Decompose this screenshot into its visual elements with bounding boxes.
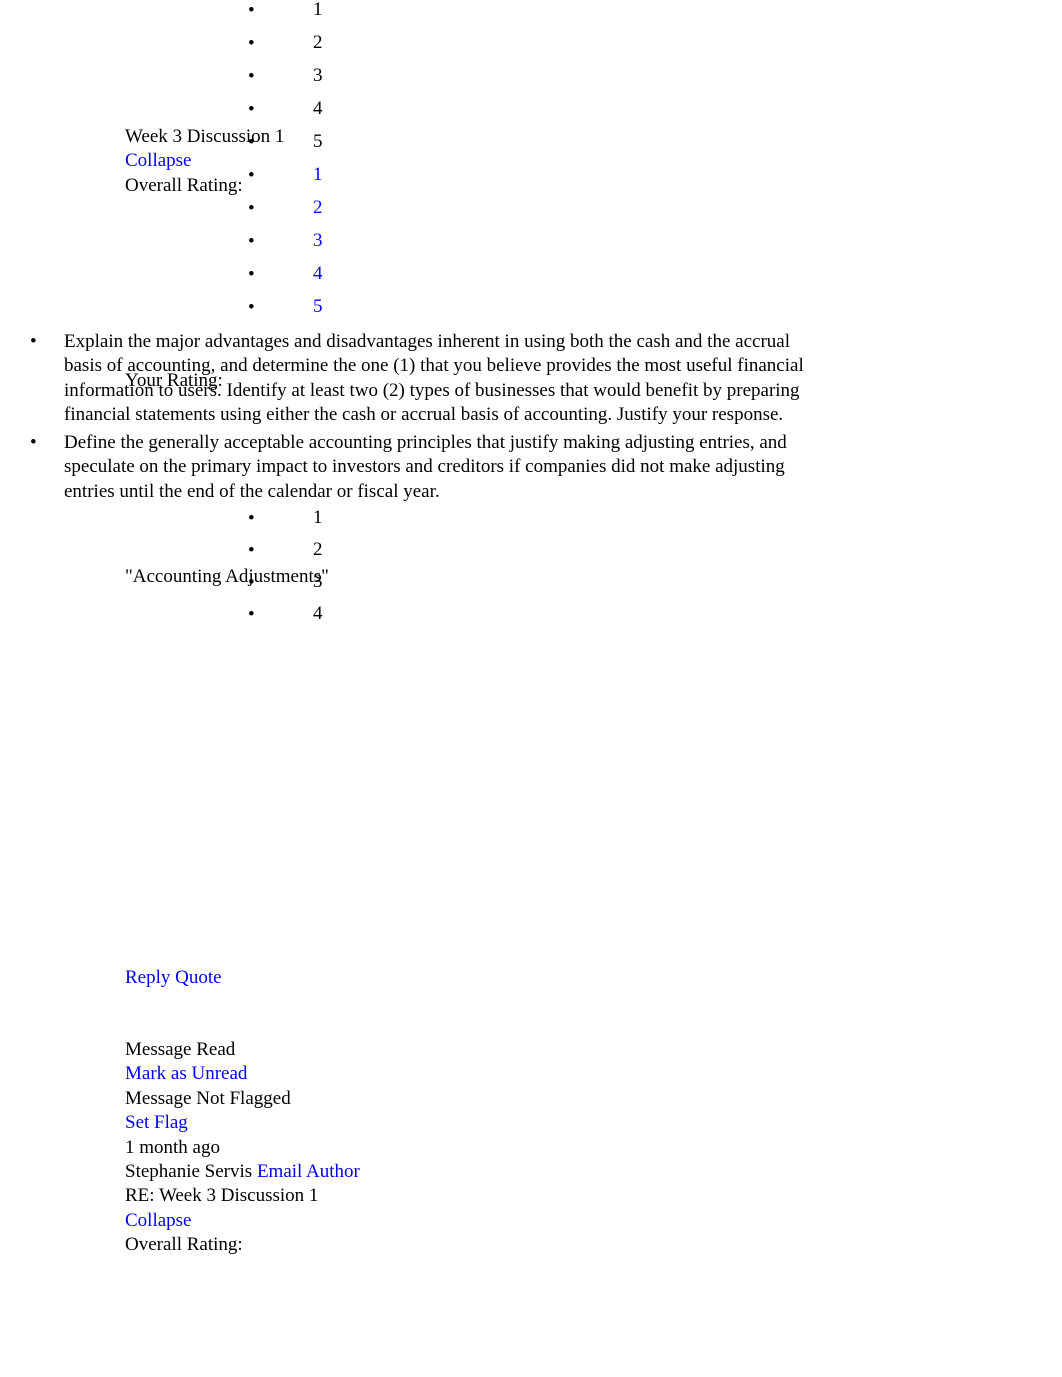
rating-option-selectable[interactable]: • 5 bbox=[0, 297, 500, 330]
rating-option: • 3 bbox=[0, 66, 500, 99]
prompt-bullet-item: • Define the generally acceptable accoun… bbox=[0, 431, 830, 504]
reply-quote-link[interactable]: Reply Quote bbox=[125, 967, 222, 988]
message-author: Stephanie Servis bbox=[125, 1161, 253, 1183]
mark-as-unread-link[interactable]: Mark as Unread bbox=[125, 1063, 247, 1084]
prompt-bullet-text: Explain the major advantages and disadva… bbox=[64, 331, 804, 425]
list-bullet-icon: • bbox=[248, 33, 255, 54]
rating-value: 1 bbox=[313, 507, 323, 529]
rating-option: • 3 bbox=[0, 572, 500, 604]
list-bullet-icon: • bbox=[248, 572, 255, 594]
rating-option-selectable[interactable]: • 1 bbox=[0, 165, 500, 198]
list-bullet-icon: • bbox=[248, 264, 255, 285]
list-bullet-icon: • bbox=[248, 165, 255, 186]
rating-option: • 1 bbox=[0, 508, 500, 540]
list-bullet-icon: • bbox=[248, 231, 255, 252]
overall-rating-list-top: • 1 • 2 • 3 • 4 • 5 bbox=[0, 0, 500, 165]
message-flag-status: Message Not Flagged bbox=[125, 1087, 291, 1109]
list-bullet-icon: • bbox=[30, 331, 37, 352]
prompt-bullet-list: • Explain the major advantages and disad… bbox=[0, 330, 830, 504]
rating-value: 2 bbox=[313, 32, 323, 53]
list-bullet-icon: • bbox=[248, 604, 255, 626]
list-bullet-icon: • bbox=[248, 132, 255, 153]
rating-value: 4 bbox=[313, 98, 323, 119]
list-bullet-icon: • bbox=[248, 99, 255, 120]
list-bullet-icon: • bbox=[248, 508, 255, 530]
list-bullet-icon: • bbox=[248, 66, 255, 87]
rating-link[interactable]: 2 bbox=[313, 198, 323, 217]
rating-option: • 1 bbox=[0, 0, 500, 33]
prompt-bullet-text: Define the generally acceptable accounti… bbox=[64, 432, 787, 502]
rating-value: 2 bbox=[313, 539, 323, 561]
rating-option: • 4 bbox=[0, 604, 500, 636]
document-page: Week 3 Discussion 1 Collapse Overall Rat… bbox=[0, 0, 1062, 1377]
rating-link[interactable]: 3 bbox=[313, 231, 323, 250]
list-bullet-icon: • bbox=[248, 297, 255, 318]
post-actions: Reply Quote bbox=[125, 966, 625, 990]
list-bullet-icon: • bbox=[248, 198, 255, 219]
message-meta-block: Message Read Mark as Unread Message Not … bbox=[125, 1038, 725, 1258]
rating-link[interactable]: 4 bbox=[313, 264, 323, 283]
list-bullet-icon: • bbox=[30, 432, 37, 454]
your-rating-list: • 1 • 2 • 3 • 4 • 5 bbox=[0, 165, 500, 330]
message-read-status: Message Read bbox=[125, 1039, 236, 1060]
rating-option: • 5 bbox=[0, 132, 500, 165]
rating-value: 3 bbox=[313, 571, 323, 593]
rating-value: 3 bbox=[313, 65, 323, 86]
reply-message-title: RE: Week 3 Discussion 1 bbox=[125, 1185, 319, 1207]
rating-option: • 2 bbox=[0, 540, 500, 572]
rating-link[interactable]: 5 bbox=[313, 297, 323, 316]
prompt-bullet-item: • Explain the major advantages and disad… bbox=[0, 330, 830, 427]
rating-value: 1 bbox=[313, 0, 323, 20]
rating-option: • 4 bbox=[0, 99, 500, 132]
overall-rating-list-reply: • 1 • 2 • 3 • 4 bbox=[0, 508, 500, 636]
rating-option: • 2 bbox=[0, 33, 500, 66]
list-bullet-icon: • bbox=[248, 0, 255, 21]
overall-rating-label-reply: Overall Rating: bbox=[125, 1234, 243, 1256]
set-flag-link[interactable]: Set Flag bbox=[125, 1112, 188, 1133]
message-timestamp: 1 month ago bbox=[125, 1136, 220, 1158]
rating-option-selectable[interactable]: • 3 bbox=[0, 231, 500, 264]
email-author-link[interactable]: Email Author bbox=[257, 1161, 360, 1182]
rating-option-selectable[interactable]: • 2 bbox=[0, 198, 500, 231]
rating-value: 5 bbox=[313, 131, 323, 152]
rating-value: 4 bbox=[313, 603, 323, 625]
rating-link[interactable]: 1 bbox=[313, 165, 323, 184]
list-bullet-icon: • bbox=[248, 540, 255, 562]
collapse-link-reply[interactable]: Collapse bbox=[125, 1210, 192, 1231]
rating-option-selectable[interactable]: • 4 bbox=[0, 264, 500, 297]
